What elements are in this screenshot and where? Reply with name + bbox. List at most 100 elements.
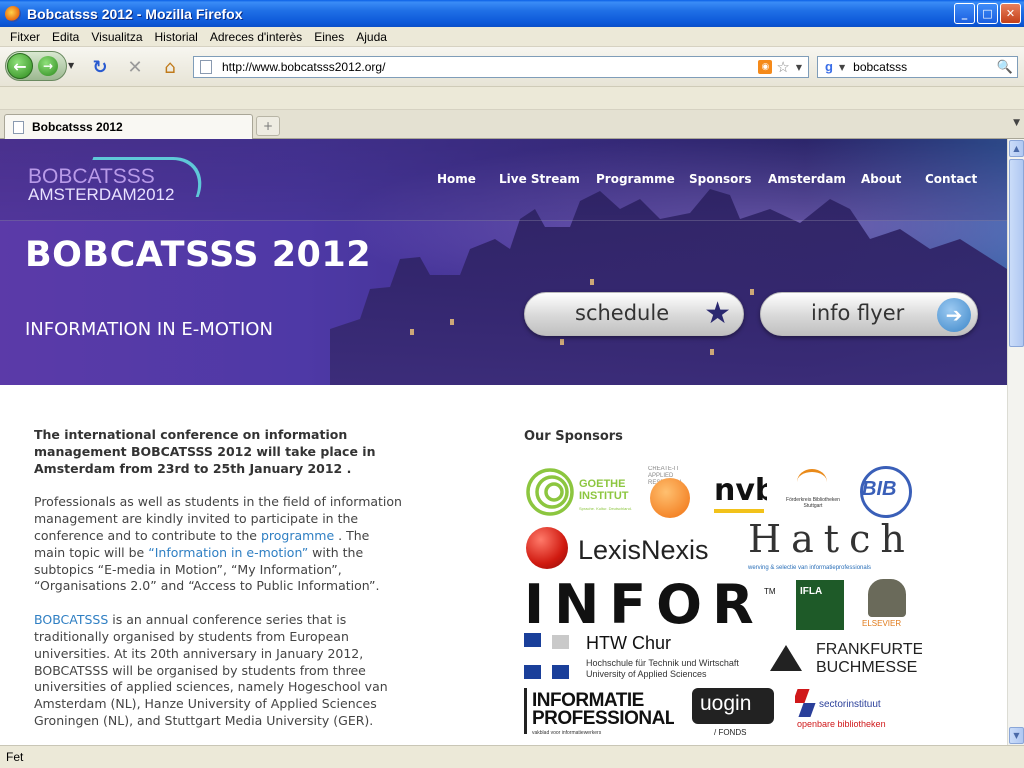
hatch-sub: werving & selectie van informatieprofess… [748,565,872,571]
htw-title: HTW Chur [586,633,671,653]
back-button[interactable]: ← [7,53,33,79]
hero-title: BOBCATSSS 2012 [25,235,372,275]
menu-history[interactable]: Historial [149,30,204,44]
hatch-logo[interactable]: Hatch werving & selectie van informatiep… [746,521,914,577]
sector-red-shape [795,689,810,703]
schedule-button[interactable]: schedule ★ [524,292,744,336]
title-bar: Bobcatsss 2012 - Mozilla Firefox _ □ ✕ [0,0,1024,27]
nav-about[interactable]: About [861,172,901,186]
stuttgart-arc [797,469,827,495]
info-flyer-label: info flyer [811,301,905,325]
elsevier-text: ELSEVIER [862,619,902,628]
paragraph-3: BOBCATSSS is an annual conference series… [34,612,404,730]
url-dropdown-icon[interactable]: ▼ [796,63,802,72]
stuttgart-logo[interactable]: Förderkreis Bibliotheken Stuttgart [785,469,841,517]
htw-line2: Hochschule für Technik und Wirtschaft [586,658,739,668]
bookmark-star-icon[interactable]: ☆ [776,58,789,76]
bib-logo[interactable]: BIB [858,464,920,520]
uogin-logo[interactable]: uogin / FONDS [692,688,774,740]
htw-square-2 [552,635,569,649]
forward-button[interactable]: → [38,56,58,76]
elsevier-logo[interactable]: ELSEVIER [862,579,912,631]
reload-icon[interactable]: ↻ [90,57,110,78]
nav-home[interactable]: Home [437,172,476,186]
menu-bookmarks[interactable]: Adreces d'interès [204,30,308,44]
goethe-logo[interactable]: GOETHE INSTITUT Sprache. Kultur. Deutsch… [524,466,634,518]
menu-help[interactable]: Ajuda [350,30,393,44]
tab-page-icon [13,120,24,134]
programme-link[interactable]: programme [261,528,334,543]
scroll-up-icon[interactable]: ▲ [1009,140,1024,157]
new-tab-button[interactable]: + [256,116,280,136]
ip-line2: PROFESSIONAL [532,708,674,729]
informatie-professional-logo[interactable]: INFORMATIE PROFESSIONAL vakblad voor inf… [524,688,674,742]
ip-line3: vakblad voor informatiewerkers [532,730,602,736]
scroll-thumb[interactable] [1009,159,1024,347]
google-icon[interactable]: g [821,59,837,75]
uogin-sub: / FONDS [714,728,747,737]
htw-square-3 [524,665,541,679]
menu-bar: Fitxer Edita Visualitza Historial Adrece… [0,27,1024,47]
menu-view[interactable]: Visualitza [85,30,148,44]
ip-bar [524,688,527,734]
goethe-sub: Sprache. Kultur. Deutschland. [579,506,632,511]
search-icon[interactable]: 🔍 [997,60,1013,75]
search-bar[interactable]: g ▼ bobcatsss 🔍 [817,56,1018,78]
maximize-button[interactable]: □ [977,3,998,24]
search-input[interactable]: bobcatsss [853,60,997,74]
home-icon[interactable]: ⌂ [160,57,180,78]
history-dropdown-icon[interactable]: ▼ [68,61,74,70]
htw-square-4 [552,665,569,679]
scroll-down-icon[interactable]: ▼ [1009,727,1024,744]
htw-chur-logo[interactable]: HTW Chur Hochschule für Technik und Wirt… [524,633,754,685]
bobcatsss-link[interactable]: BOBCATSSS [34,612,108,627]
menu-file[interactable]: Fitxer [4,30,46,44]
sectorinstituut-logo[interactable]: sectorinstituut openbare bibliotheken [795,689,899,739]
nav-contact[interactable]: Contact [925,172,977,186]
information-in-emotion-link[interactable]: “Information in e-motion” [148,545,308,560]
close-button[interactable]: ✕ [1000,3,1021,24]
stuttgart-text: Förderkreis Bibliotheken Stuttgart [786,497,840,509]
navigation-toolbar: ← → ▼ ↻ ✕ ⌂ http://www.bobcatsss2012.org… [0,47,1024,87]
bib-text: BIB [862,478,897,500]
nvb-logo[interactable]: nvb [712,469,767,517]
lexisnexis-logo[interactable]: LexisNexis [524,525,726,573]
htw-line3: University of Applied Sciences [586,669,707,679]
intro-text: The international conference on informat… [34,427,404,745]
htw-square-1 [524,633,541,647]
hero-banner: BOBCATSSS AMSTERDAM2012 Home Live Stream… [0,139,1007,385]
arrow-right-icon: ➔ [937,298,971,332]
minimize-button[interactable]: _ [954,3,975,24]
frankfurter-buchmesse-logo[interactable]: FRANKFURTER BUCHMESSE [770,637,922,683]
nav-sponsors[interactable]: Sponsors [689,172,751,186]
stop-icon[interactable]: ✕ [125,57,145,78]
lexisnexis-text: LexisNexis [578,535,709,565]
info-flyer-button[interactable]: info flyer ➔ [760,292,978,336]
uogin-text: uogin [700,692,752,715]
url-text[interactable]: http://www.bobcatsss2012.org/ [222,60,758,74]
buchmesse-line1: FRANKFURTER [816,641,922,658]
vertical-scrollbar[interactable]: ▲ ▼ [1007,139,1024,745]
rss-icon[interactable]: ◉ [758,60,773,74]
url-bar[interactable]: http://www.bobcatsss2012.org/ ◉ ☆ ▼ [193,56,809,78]
createit-logo[interactable]: CREATE-IT APPLIED RESEARCH [646,466,696,518]
sector-blue-shape [798,703,816,717]
ifla-logo[interactable]: IFLA [796,580,844,630]
menu-tools[interactable]: Eines [308,30,350,44]
window-title: Bobcatsss 2012 - Mozilla Firefox [27,5,243,22]
elsevier-tree [868,579,906,617]
tab-bobcatsss[interactable]: Bobcatsss 2012 [4,114,253,139]
nav-programme[interactable]: Programme [596,172,675,186]
tab-list-dropdown-icon[interactable]: ▼ [1013,118,1020,128]
sector-line1: sectorinstituut [819,699,881,710]
search-engine-dropdown-icon[interactable]: ▼ [839,63,845,72]
status-bar: Fet [0,745,1024,768]
nav-amsterdam[interactable]: Amsterdam [768,172,846,186]
infor-text: INFOR [524,579,764,631]
nvb-bar [714,509,764,513]
schedule-label: schedule [575,301,670,325]
menu-edit[interactable]: Edita [46,30,85,44]
nav-live-stream[interactable]: Live Stream [499,172,580,186]
infor-logo[interactable]: INFOR TM [524,579,780,631]
nvb-text: nvb [714,473,767,508]
